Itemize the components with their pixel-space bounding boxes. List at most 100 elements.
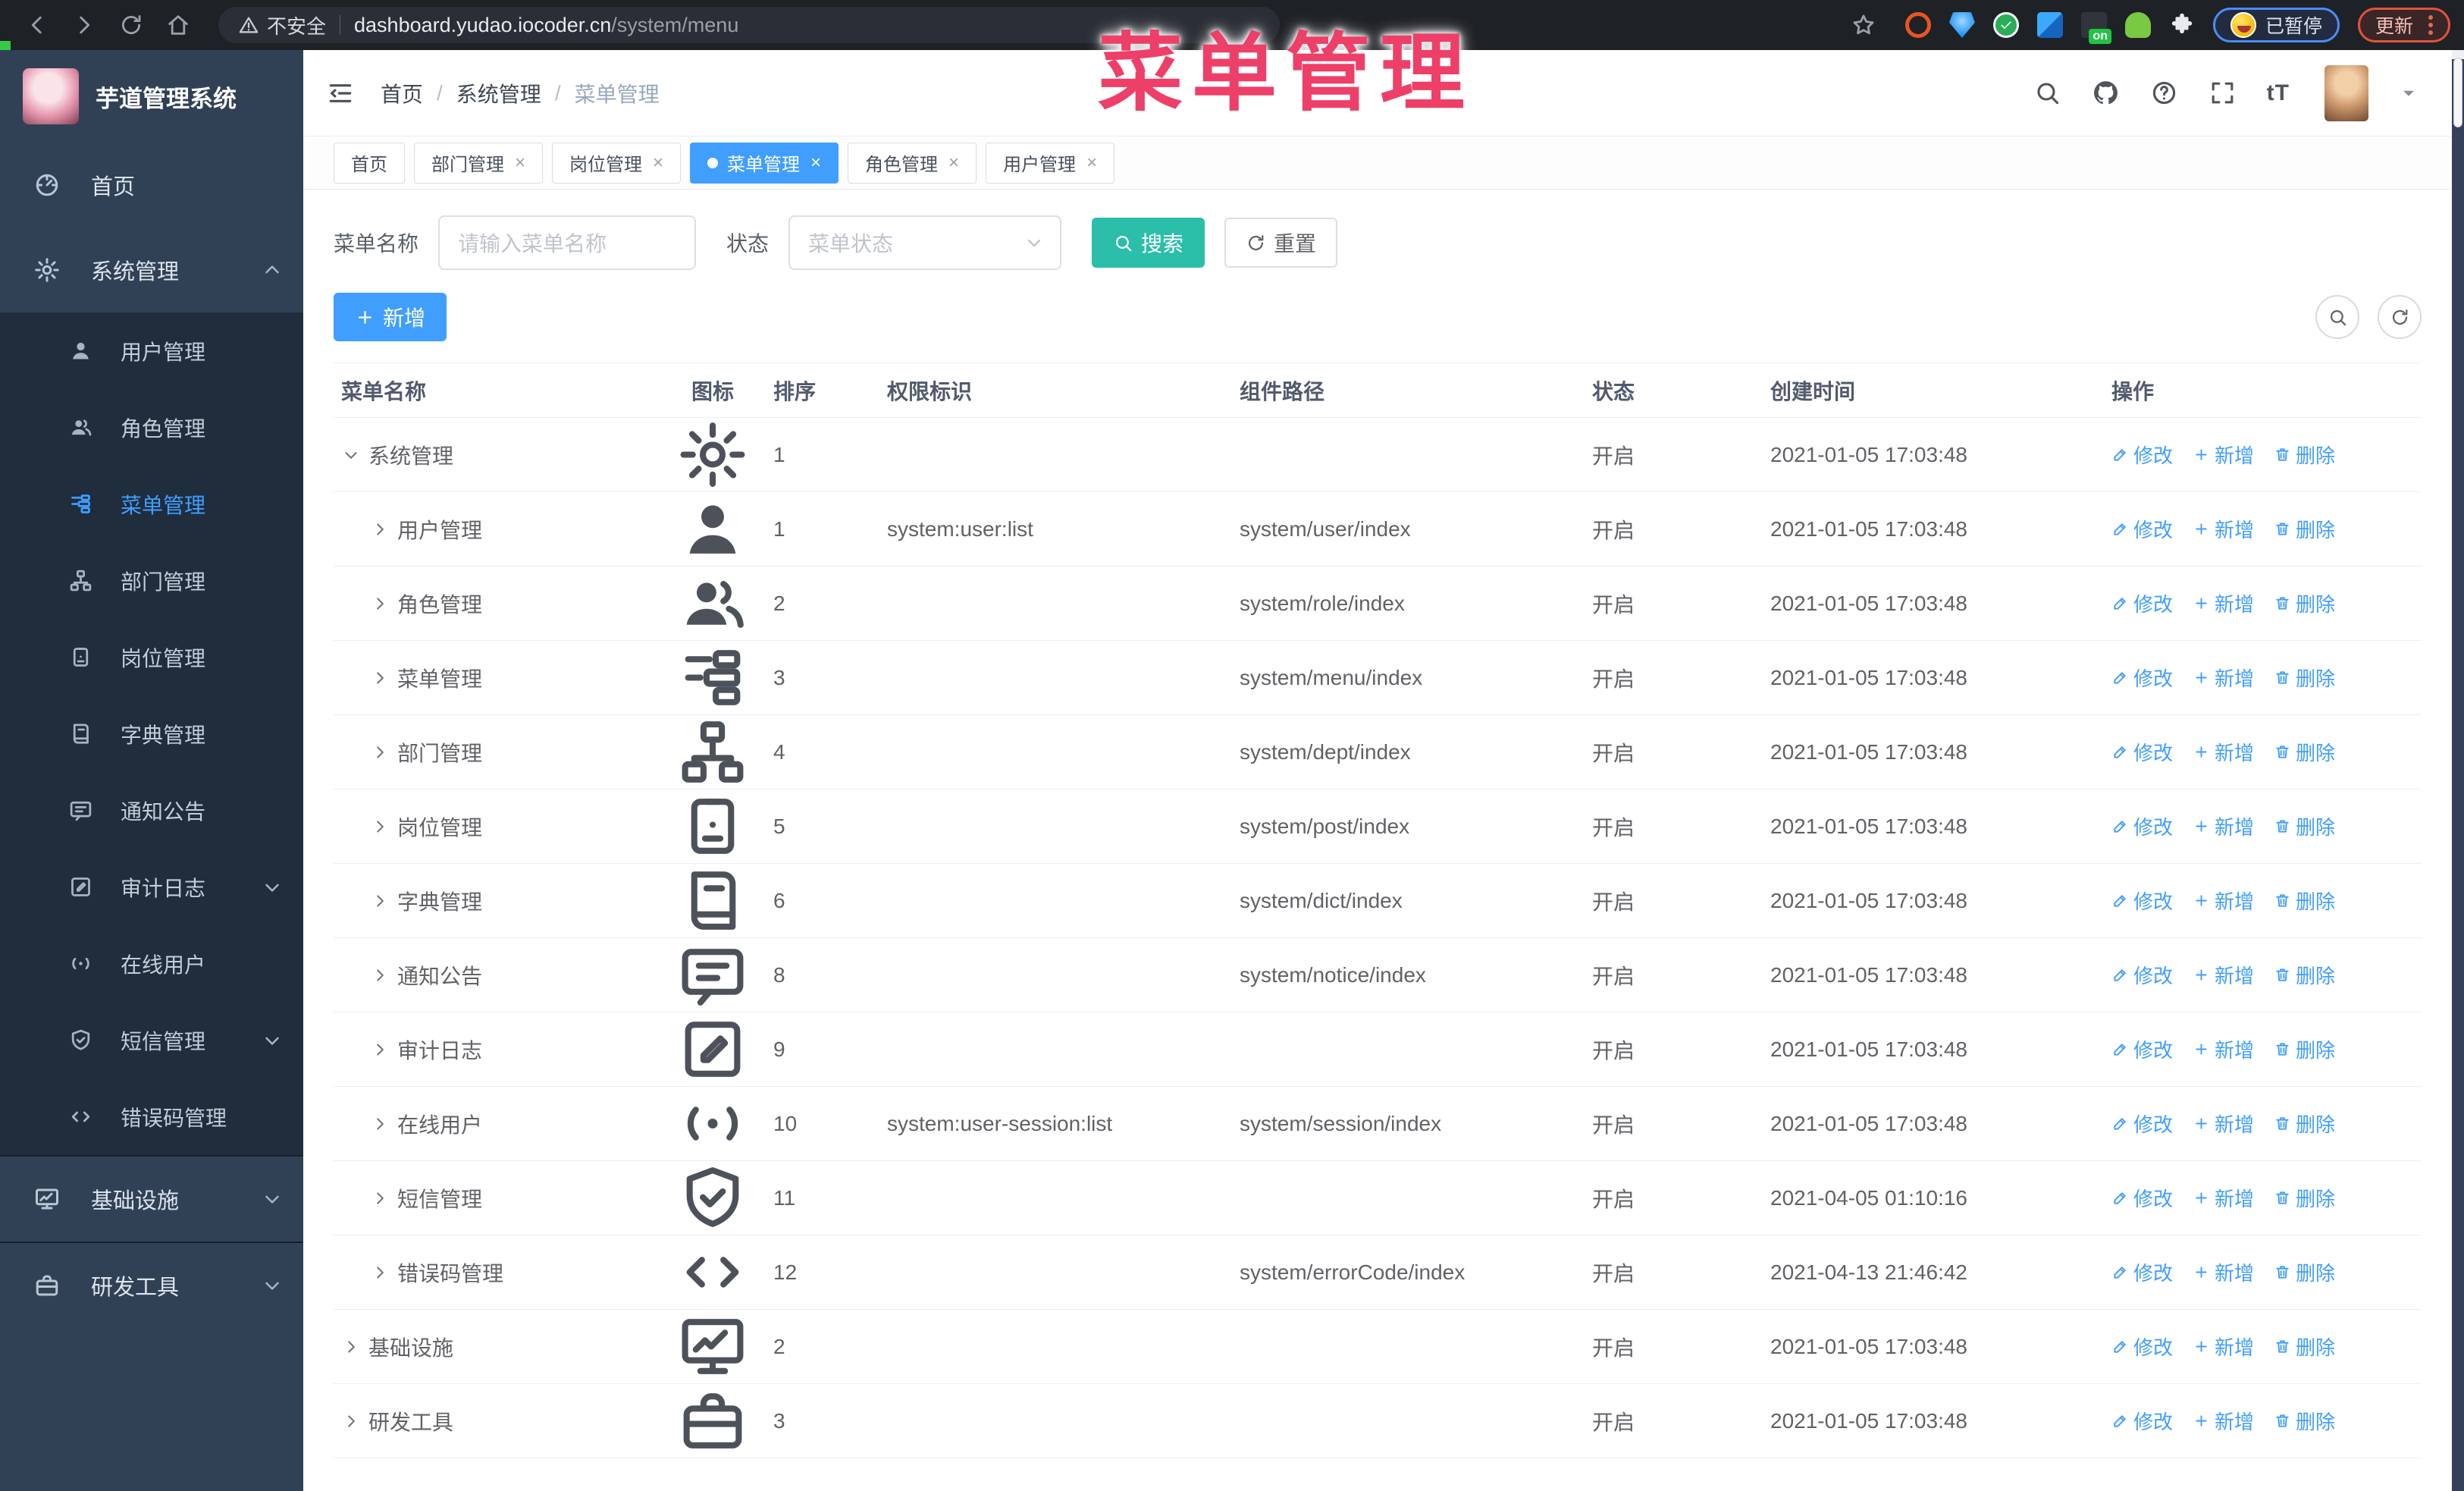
sidebar-item-研发工具[interactable]: 研发工具 — [0, 1243, 303, 1328]
action-删除[interactable]: 删除 — [2274, 1110, 2335, 1138]
sidebar-item-审计日志[interactable]: 审计日志 — [0, 849, 303, 925]
back-icon[interactable] — [24, 12, 50, 38]
action-删除[interactable]: 删除 — [2274, 812, 2335, 840]
status-select[interactable]: 菜单状态 — [788, 215, 1062, 270]
tab-首页[interactable]: 首页 — [334, 142, 405, 184]
sidebar-item-菜单管理[interactable]: 菜单管理 — [0, 466, 303, 542]
close-icon[interactable]: × — [515, 152, 525, 174]
action-新增[interactable]: 新增 — [2193, 1332, 2254, 1361]
sidebar-item-部门管理[interactable]: 部门管理 — [0, 542, 303, 619]
extension-green-check-icon[interactable] — [1992, 12, 2019, 38]
action-删除[interactable]: 删除 — [2274, 887, 2335, 915]
help-icon[interactable] — [2150, 79, 2178, 107]
action-修改[interactable]: 修改 — [2111, 1035, 2173, 1063]
scrollbar-thumb[interactable] — [2453, 58, 2462, 127]
action-修改[interactable]: 修改 — [2111, 441, 2173, 469]
tab-岗位管理[interactable]: 岗位管理 × — [552, 142, 682, 184]
search-button[interactable]: 搜索 — [1092, 218, 1205, 268]
toggle-search-button[interactable] — [2315, 295, 2359, 339]
search-icon[interactable] — [2033, 79, 2061, 107]
add-button[interactable]: 新增 — [334, 293, 447, 341]
action-新增[interactable]: 新增 — [2193, 1407, 2254, 1435]
action-新增[interactable]: 新增 — [2193, 961, 2254, 989]
page-scrollbar[interactable] — [2452, 50, 2464, 1491]
action-删除[interactable]: 删除 — [2274, 664, 2335, 692]
action-修改[interactable]: 修改 — [2111, 1184, 2173, 1212]
reload-icon[interactable] — [118, 12, 144, 38]
sidebar-item-字典管理[interactable]: 字典管理 — [0, 695, 303, 772]
sidebar-item-角色管理[interactable]: 角色管理 — [0, 389, 303, 466]
tab-用户管理[interactable]: 用户管理 × — [986, 142, 1115, 184]
sidebar-item-在线用户[interactable]: 在线用户 — [0, 925, 303, 1002]
action-修改[interactable]: 修改 — [2111, 1258, 2173, 1286]
browser-menu-icon[interactable] — [2428, 15, 2433, 35]
action-新增[interactable]: 新增 — [2193, 1035, 2254, 1063]
close-icon[interactable]: × — [653, 152, 663, 174]
caret-down-icon[interactable] — [2399, 83, 2419, 103]
sidebar-item-短信管理[interactable]: 短信管理 — [0, 1002, 303, 1078]
action-删除[interactable]: 删除 — [2274, 441, 2335, 469]
action-修改[interactable]: 修改 — [2111, 738, 2173, 766]
github-icon[interactable] — [2092, 79, 2120, 107]
tab-角色管理[interactable]: 角色管理 × — [848, 142, 977, 184]
action-新增[interactable]: 新增 — [2193, 589, 2254, 617]
action-删除[interactable]: 删除 — [2274, 515, 2335, 543]
action-删除[interactable]: 删除 — [2274, 961, 2335, 989]
user-avatar[interactable] — [2324, 64, 2368, 121]
action-修改[interactable]: 修改 — [2111, 1110, 2173, 1138]
breadcrumb-item[interactable]: 系统管理 — [456, 78, 541, 108]
action-新增[interactable]: 新增 — [2193, 1110, 2254, 1138]
close-icon[interactable]: × — [948, 152, 959, 174]
close-icon[interactable]: × — [1086, 152, 1097, 174]
extension-blue-gem-icon[interactable] — [1948, 12, 1975, 38]
action-新增[interactable]: 新增 — [2193, 887, 2254, 915]
extensions-puzzle-icon[interactable] — [2169, 12, 2195, 38]
action-修改[interactable]: 修改 — [2111, 1332, 2173, 1361]
sidebar-item-通知公告[interactable]: 通知公告 — [0, 772, 303, 849]
sidebar-item-基础设施[interactable]: 基础设施 — [0, 1157, 303, 1241]
home-icon[interactable] — [165, 12, 191, 38]
action-修改[interactable]: 修改 — [2111, 961, 2173, 989]
breadcrumb-item[interactable]: 首页 — [381, 78, 423, 108]
action-删除[interactable]: 删除 — [2274, 589, 2335, 617]
action-修改[interactable]: 修改 — [2111, 812, 2173, 840]
menu-name-input[interactable]: 请输入菜单名称 — [438, 215, 697, 270]
action-修改[interactable]: 修改 — [2111, 887, 2173, 915]
sidebar-collapse-icon[interactable] — [326, 79, 355, 108]
extension-green-bot-icon[interactable] — [2124, 12, 2151, 38]
action-修改[interactable]: 修改 — [2111, 589, 2173, 617]
action-新增[interactable]: 新增 — [2193, 1258, 2254, 1286]
profile-paused-chip[interactable]: 已暂停 — [2212, 8, 2340, 42]
sidebar-item-错误码管理[interactable]: 错误码管理 — [0, 1078, 303, 1155]
sidebar-item-首页[interactable]: 首页 — [0, 143, 303, 228]
reset-button[interactable]: 重置 — [1224, 218, 1338, 268]
sidebar-item-岗位管理[interactable]: 岗位管理 — [0, 619, 303, 695]
close-icon[interactable]: × — [810, 152, 821, 174]
action-删除[interactable]: 删除 — [2274, 1258, 2335, 1286]
action-修改[interactable]: 修改 — [2111, 515, 2173, 543]
action-删除[interactable]: 删除 — [2274, 738, 2335, 766]
extension-blue-tiles-icon[interactable] — [2036, 12, 2063, 38]
action-修改[interactable]: 修改 — [2111, 1407, 2173, 1435]
action-删除[interactable]: 删除 — [2274, 1407, 2335, 1435]
action-删除[interactable]: 删除 — [2274, 1184, 2335, 1212]
forward-icon[interactable] — [71, 12, 97, 38]
sidebar-item-用户管理[interactable]: 用户管理 — [0, 312, 303, 389]
extension-orange-ring-icon[interactable] — [1904, 12, 1931, 38]
action-新增[interactable]: 新增 — [2193, 738, 2254, 766]
action-新增[interactable]: 新增 — [2193, 441, 2254, 469]
font-size-icon[interactable]: tT — [2267, 80, 2290, 106]
action-新增[interactable]: 新增 — [2193, 515, 2254, 543]
action-删除[interactable]: 删除 — [2274, 1035, 2335, 1063]
action-修改[interactable]: 修改 — [2111, 664, 2173, 692]
bookmark-star-icon[interactable] — [1851, 12, 1876, 38]
fullscreen-icon[interactable] — [2209, 79, 2237, 107]
extension-on-badge-icon[interactable]: on — [2080, 12, 2111, 44]
action-新增[interactable]: 新增 — [2193, 812, 2254, 840]
browser-update-button[interactable]: 更新 — [2357, 8, 2450, 42]
sidebar-item-系统管理[interactable]: 系统管理 — [0, 228, 303, 312]
app-logo-row[interactable]: 芋道管理系统 — [0, 50, 303, 143]
action-删除[interactable]: 删除 — [2274, 1332, 2335, 1361]
action-新增[interactable]: 新增 — [2193, 664, 2254, 692]
refresh-table-button[interactable] — [2378, 295, 2422, 339]
